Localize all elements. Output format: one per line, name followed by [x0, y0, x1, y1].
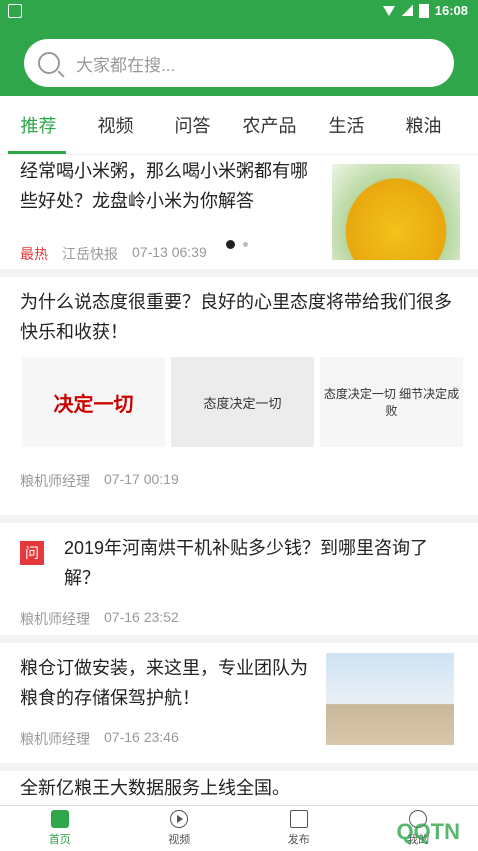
search-placeholder: 大家都在搜... [76, 55, 176, 75]
article-title: 2019年河南烘干机补贴多少钱？到哪里咨询了解？ [64, 538, 429, 588]
tab-video[interactable]: 视频 [77, 112, 154, 138]
article-4[interactable]: 粮仓订做安装，来这里，专业团队为粮食的存储保驾护航！ 粮机师经理 07-16 2… [0, 643, 478, 771]
play-icon [170, 810, 189, 828]
article-meta: 粮机师经理 07-16 23:46 [20, 729, 179, 749]
article-5[interactable]: 全新亿粮王大数据服务上线全国。 [0, 771, 478, 806]
nav-label: 视频 [168, 834, 191, 846]
article-3[interactable]: 问 2019年河南烘干机补贴多少钱？到哪里咨询了解？ 粮机师经理 07-16 2… [0, 523, 478, 643]
notification-icon [8, 4, 22, 18]
article-time: 07-17 00:19 [104, 471, 179, 487]
article-title: 全新亿粮王大数据服务上线全国。 [20, 778, 290, 798]
article-title: 经常喝小米粥，那么喝小米粥都有哪些好处？龙盘岭小米为你解答 [20, 161, 308, 211]
carousel-dot-active [226, 240, 235, 249]
article-thumbnail [332, 164, 460, 260]
signal-icon [400, 5, 413, 16]
question-badge: 问 [20, 541, 44, 565]
article-title: 为什么说态度很重要？良好的心里态度将带给我们很多快乐和收获！ [20, 292, 452, 342]
article-image: 态度决定一切 细节决定成败 [320, 357, 463, 447]
tab-qa[interactable]: 问答 [154, 112, 231, 138]
carousel-dot [243, 242, 248, 247]
status-right: 16:08 [382, 3, 468, 18]
article-image-row: 决定一切 态度决定一切 态度决定一切 细节决定成败 [22, 357, 463, 447]
nav-label: 发布 [287, 834, 310, 846]
article-meta: 最热 江岳快报 07-13 06:39 [20, 244, 207, 264]
tab-recommend[interactable]: 推荐 [0, 112, 77, 138]
article-thumbnail [326, 653, 454, 745]
watermark: QQTN [396, 819, 460, 844]
article-time: 07-16 23:52 [104, 609, 179, 625]
search-icon [38, 52, 60, 74]
article-time: 07-13 06:39 [132, 244, 207, 260]
hot-badge: 最热 [20, 246, 48, 262]
category-tabs: 推荐 视频 问答 农产品 生活 粮油 [0, 96, 478, 155]
article-source: 粮机师经理 [20, 731, 90, 747]
article-time: 07-16 23:46 [104, 729, 179, 745]
battery-icon [418, 3, 429, 18]
carousel-dots [226, 240, 248, 249]
home-icon [50, 810, 69, 828]
article-2[interactable]: 为什么说态度很重要？良好的心里态度将带给我们很多快乐和收获！ 决定一切 态度决定… [0, 277, 478, 523]
nav-video[interactable]: 视频 [120, 806, 240, 851]
article-source: 粮机师经理 [20, 611, 90, 627]
wifi-icon [382, 5, 395, 16]
edit-icon [289, 810, 308, 828]
news-feed: 经常喝小米粥，那么喝小米粥都有哪些好处？龙盘岭小米为你解答 最热 江岳快报 07… [0, 154, 478, 806]
status-bar: 16:08 [0, 0, 478, 22]
article-title: 粮仓订做安装，来这里，专业团队为粮食的存储保驾护航！ [20, 658, 308, 708]
article-image: 态度决定一切 [171, 357, 314, 447]
tab-life[interactable]: 生活 [308, 112, 385, 138]
clock: 16:08 [434, 3, 468, 18]
nav-home[interactable]: 首页 [0, 806, 120, 851]
search-bar[interactable]: 大家都在搜... [24, 39, 454, 87]
article-1[interactable]: 经常喝小米粥，那么喝小米粥都有哪些好处？龙盘岭小米为你解答 最热 江岳快报 07… [0, 154, 478, 277]
article-source: 江岳快报 [62, 246, 118, 262]
nav-label: 首页 [48, 834, 71, 846]
header: 大家都在搜... [0, 22, 478, 96]
nav-post[interactable]: 发布 [239, 806, 359, 851]
article-meta: 粮机师经理 07-17 00:19 [20, 471, 179, 491]
tab-grain-oil[interactable]: 粮油 [385, 112, 462, 138]
article-source: 粮机师经理 [20, 473, 90, 489]
tab-agri[interactable]: 农产品 [231, 112, 308, 138]
article-image: 决定一切 [22, 357, 165, 447]
article-meta: 粮机师经理 07-16 23:52 [20, 609, 179, 629]
